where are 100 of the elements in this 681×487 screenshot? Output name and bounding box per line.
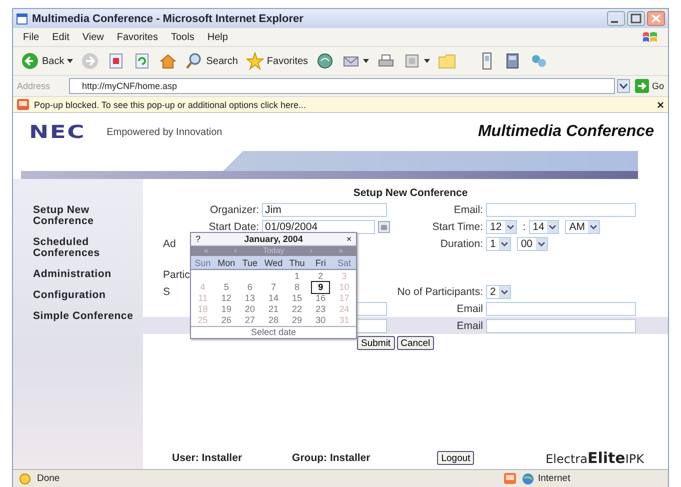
help-button[interactable]: ? <box>191 234 205 244</box>
calendar-day[interactable]: 2 <box>308 271 332 282</box>
star-icon <box>246 52 264 70</box>
calendar-button-icon[interactable] <box>378 220 390 232</box>
nav-link[interactable]: Simple Conference <box>33 311 143 322</box>
field-label: Organizer: <box>208 204 260 216</box>
group-label: Group: Installer <box>292 452 370 464</box>
text-field[interactable]: Jim <box>262 202 387 216</box>
calendar-day[interactable]: 21 <box>262 304 286 315</box>
calendar-day[interactable]: 22 <box>285 304 309 315</box>
calendar-day[interactable]: 27 <box>238 315 262 326</box>
menu-item[interactable]: Help <box>207 32 228 42</box>
calendar-day[interactable]: 26 <box>214 315 238 326</box>
calendar-day[interactable]: 5 <box>214 282 238 293</box>
calendar-day[interactable]: 20 <box>238 304 262 315</box>
nav-link[interactable]: Administration <box>33 269 143 280</box>
dropdown[interactable]: 2 <box>486 284 511 298</box>
close-button[interactable]: × <box>656 98 664 112</box>
calendar-day[interactable]: 23 <box>308 304 332 315</box>
nav-link[interactable]: Configuration <box>33 290 143 301</box>
dropdown[interactable]: 00 <box>516 236 548 250</box>
calendar-day[interactable]: 12 <box>214 293 238 304</box>
address-label: Address <box>17 81 52 91</box>
page-title: Multimedia Conference <box>478 123 654 141</box>
logo: NEC <box>29 122 86 142</box>
close-button[interactable]: × <box>342 234 356 244</box>
address-field[interactable]: http://myCNF/home.asp <box>69 78 615 94</box>
caret-icon <box>504 220 516 232</box>
caret-icon[interactable] <box>67 59 74 63</box>
dropdown[interactable]: AM <box>565 220 600 234</box>
caret-icon <box>588 220 600 232</box>
calendar-day[interactable]: 13 <box>238 293 262 304</box>
caret-icon <box>498 286 510 298</box>
field-label: No of Participants: <box>396 286 483 298</box>
calendar-day[interactable]: 29 <box>285 315 309 326</box>
menu-item[interactable]: Favorites <box>116 32 158 42</box>
window-title: Multimedia Conference - Microsoft Internet Explorer <box>32 12 304 24</box>
field-label: Duration: <box>439 238 483 250</box>
calendar-day[interactable]: 1 <box>285 271 309 282</box>
weekday-label: Thu <box>288 258 306 268</box>
field-label: Email: <box>452 204 483 216</box>
logout-button[interactable]: Logout <box>437 451 474 465</box>
weekday-label: Sat <box>336 258 352 268</box>
tagline: Empowered by Innovation <box>106 126 222 138</box>
field-label: Ad <box>163 238 176 250</box>
flag-logo-icon <box>642 30 658 44</box>
home-icon[interactable] <box>159 52 178 70</box>
go-arrow-icon <box>634 79 649 93</box>
date-field[interactable]: 01/09/2004 <box>262 220 375 234</box>
infobar-message[interactable]: Pop-up blocked. To see this pop-up or additional options click here... <box>34 100 306 110</box>
caret-icon[interactable] <box>363 59 370 63</box>
caret-icon[interactable] <box>424 59 430 63</box>
brand-logo: ElectraEliteIPK <box>546 449 644 467</box>
calendar-day[interactable]: 30 <box>308 315 332 326</box>
user-label: User: Installer <box>172 452 242 464</box>
menu-item[interactable]: View <box>82 32 104 42</box>
menu-item[interactable]: Tools <box>170 32 194 42</box>
calendar-day[interactable]: 8 <box>285 282 309 293</box>
caret-icon <box>536 238 547 250</box>
calendar-day[interactable]: 7 <box>262 282 286 293</box>
calendar-title: January, 2004 <box>243 234 304 244</box>
calendar-day[interactable]: 15 <box>285 293 309 304</box>
email-field[interactable] <box>486 302 636 316</box>
email-field[interactable] <box>486 202 636 216</box>
weekday-label: Wed <box>263 258 284 268</box>
calendar-day[interactable]: 16 <box>308 293 332 304</box>
nav-link[interactable]: Setup New Conference <box>33 205 143 227</box>
blocked-icon <box>17 99 29 110</box>
circles-icon[interactable] <box>530 52 548 70</box>
status-text: Done <box>37 473 60 484</box>
close-icon[interactable] <box>647 11 665 26</box>
menu-item[interactable]: File <box>23 32 40 42</box>
weekday-label: Fri <box>314 258 327 268</box>
maximize-icon[interactable] <box>627 11 645 26</box>
refresh-icon[interactable] <box>133 52 152 70</box>
calendar-status: Select date <box>191 326 356 338</box>
dropdown[interactable]: 1 <box>486 236 511 250</box>
toolbar-button[interactable]: Search <box>185 52 238 70</box>
menu-item[interactable]: Edit <box>52 32 70 42</box>
blocked-icon <box>504 473 516 484</box>
weekday-label: Sun <box>194 258 212 268</box>
stop-icon[interactable] <box>107 52 126 70</box>
caret-icon <box>498 238 510 250</box>
form-button[interactable]: Submit <box>357 336 395 350</box>
calendar-day[interactable]: 6 <box>238 282 262 293</box>
form-button[interactable]: Cancel <box>396 336 434 350</box>
toolbar-button[interactable]: Favorites <box>246 52 308 70</box>
dropdown[interactable]: 12 <box>486 220 517 234</box>
toolbar-button[interactable]: Back <box>21 52 74 70</box>
separator: : <box>522 220 526 232</box>
calendar-day[interactable]: 28 <box>262 315 286 326</box>
calendar-day[interactable]: 9 <box>310 281 330 294</box>
calendar-day[interactable]: 14 <box>262 293 286 304</box>
go-button[interactable]: Go <box>634 79 664 93</box>
calendar-day[interactable]: 19 <box>214 304 238 315</box>
minimize-icon[interactable] <box>607 11 625 26</box>
email-field[interactable] <box>486 318 636 332</box>
field-label: Start Date: <box>208 220 260 232</box>
dropdown[interactable]: 14 <box>528 220 560 234</box>
nav-link[interactable]: Scheduled Conferences <box>33 237 143 259</box>
